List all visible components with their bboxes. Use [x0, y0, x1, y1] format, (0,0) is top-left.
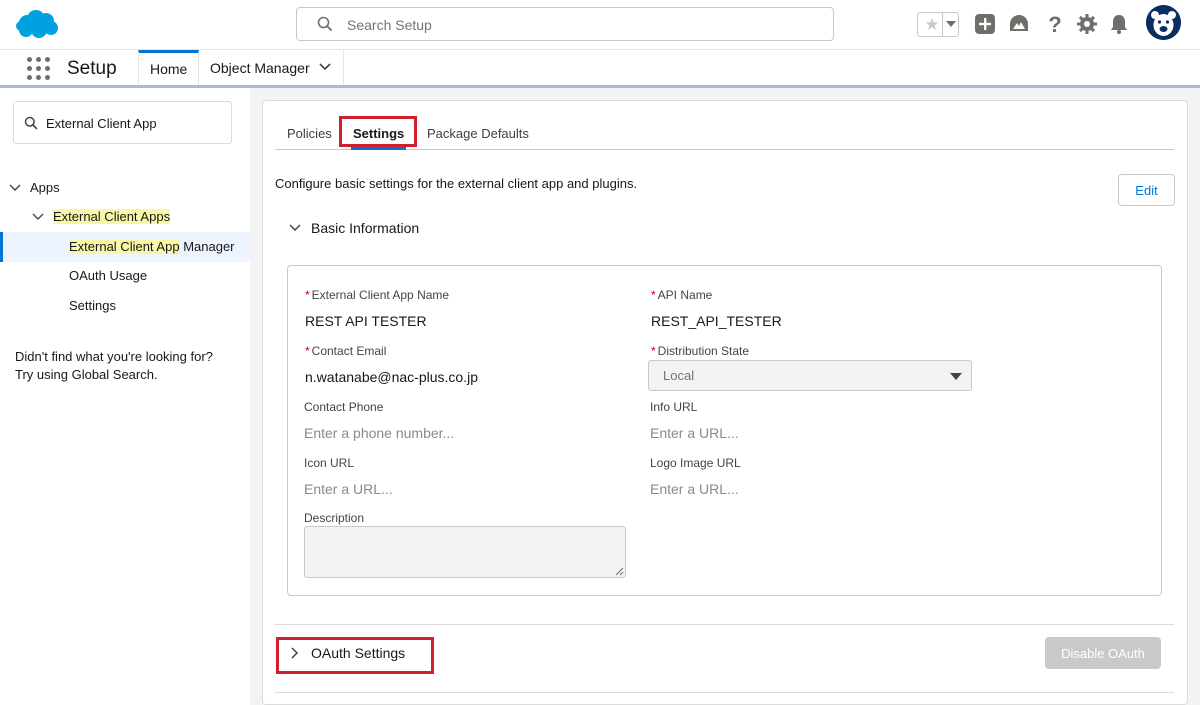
gear-icon[interactable]	[1075, 12, 1099, 36]
contact-phone-input[interactable]	[304, 422, 594, 444]
tree-item-apps-label: Apps	[30, 180, 60, 195]
nav-tab-home-label: Home	[150, 61, 188, 77]
nav-tab-object-manager[interactable]: Object Manager	[199, 50, 344, 85]
tab-policies[interactable]: Policies	[287, 120, 332, 148]
distribution-state-select[interactable]: Local	[648, 360, 972, 391]
chevron-down-icon[interactable]	[288, 221, 302, 235]
info-url-input[interactable]	[650, 422, 940, 444]
quick-find-input[interactable]	[46, 112, 226, 134]
edit-button[interactable]: Edit	[1118, 174, 1175, 206]
annotation-highlight-oauth-settings	[276, 637, 434, 674]
avatar-bear-icon	[1146, 5, 1181, 40]
app-name-label: * External Client App Name	[305, 288, 450, 302]
bell-icon[interactable]	[1107, 12, 1131, 36]
chevron-down-icon	[946, 21, 956, 27]
setup-sidebar: Apps External Client Apps External Clien…	[0, 88, 262, 705]
tree-item-settings-label: Settings	[69, 298, 116, 313]
tree-item-settings[interactable]: Settings	[69, 295, 116, 317]
api-name-label: * API Name	[651, 288, 713, 302]
section-divider	[275, 624, 1174, 625]
sidebar-help-text: Didn't find what you're looking for? Try…	[15, 348, 213, 384]
search-icon	[317, 16, 333, 32]
chevron-down-icon	[950, 373, 962, 380]
disable-oauth-button[interactable]: Disable OAuth	[1045, 637, 1161, 669]
user-avatar[interactable]	[1146, 5, 1181, 40]
contact-email-value: n.watanabe@nac-plus.co.jp	[305, 369, 478, 385]
annotation-highlight-settings-tab	[339, 116, 417, 147]
contact-email-label: * Contact Email	[305, 344, 387, 358]
svg-text:?: ?	[1048, 12, 1061, 36]
add-icon[interactable]	[973, 12, 997, 36]
logo-image-url-label: Logo Image URL	[650, 456, 741, 470]
tree-item-oauth-usage-label: OAuth Usage	[69, 268, 148, 283]
section-divider	[275, 692, 1174, 693]
app-launcher-icon[interactable]	[27, 57, 51, 81]
trailhead-icon[interactable]	[1007, 12, 1031, 36]
tree-item-apps[interactable]: Apps	[8, 177, 60, 199]
tree-item-external-client-apps-label: External Client Apps	[53, 209, 171, 224]
search-setup-input[interactable]	[347, 14, 817, 36]
basic-information-header[interactable]: Basic Information	[288, 217, 419, 239]
tree-item-oauth-usage[interactable]: OAuth Usage	[69, 265, 147, 287]
sidebar-help-line2: Try using Global Search.	[15, 367, 158, 382]
salesforce-cloud-logo[interactable]	[15, 9, 59, 41]
icon-url-label: Icon URL	[304, 456, 355, 470]
chevron-down-icon[interactable]	[8, 181, 22, 195]
chevron-down-icon[interactable]	[319, 63, 331, 71]
nav-tab-object-manager-label: Object Manager	[210, 60, 310, 76]
tree-item-manager-label-rest: Manager	[179, 239, 235, 254]
contact-phone-label: Contact Phone	[304, 400, 384, 414]
basic-information-title: Basic Information	[311, 220, 420, 236]
favorites-group[interactable]: ★	[917, 12, 959, 37]
description-textarea[interactable]	[304, 526, 626, 578]
logo-image-url-input[interactable]	[650, 478, 940, 500]
distribution-state-label: * Distribution State	[651, 344, 750, 358]
tree-item-manager-label-highlight: External Client App	[69, 239, 180, 254]
app-name: Setup	[67, 58, 117, 79]
distribution-state-value: Local	[663, 368, 695, 383]
chevron-down-icon[interactable]	[31, 210, 45, 224]
settings-description: Configure basic settings for the externa…	[275, 176, 638, 191]
quick-find-box[interactable]	[13, 101, 232, 144]
info-url-label: Info URL	[650, 400, 698, 414]
favorites-star-icon[interactable]: ★	[921, 15, 943, 35]
description-label: Description	[304, 511, 365, 525]
resize-grip-icon[interactable]	[615, 567, 624, 576]
global-header: ★ ?	[0, 0, 1200, 50]
api-name-value: REST_API_TESTER	[651, 313, 782, 329]
help-icon[interactable]: ?	[1043, 12, 1067, 36]
icon-url-input[interactable]	[304, 478, 594, 500]
favorites-dropdown-button[interactable]	[942, 13, 958, 36]
app-navigation-bar: Setup Home Object Manager	[0, 50, 1200, 88]
search-icon	[24, 116, 38, 130]
tree-item-external-client-apps[interactable]: External Client Apps	[31, 206, 171, 228]
tab-package-defaults[interactable]: Package Defaults	[427, 120, 529, 148]
sidebar-help-line1: Didn't find what you're looking for?	[15, 349, 213, 364]
app-name-value: REST API TESTER	[305, 313, 427, 329]
tree-item-external-client-app-manager[interactable]: External Client App Manager	[69, 236, 235, 258]
global-search[interactable]	[296, 7, 834, 41]
nav-tab-home[interactable]: Home	[138, 50, 200, 85]
